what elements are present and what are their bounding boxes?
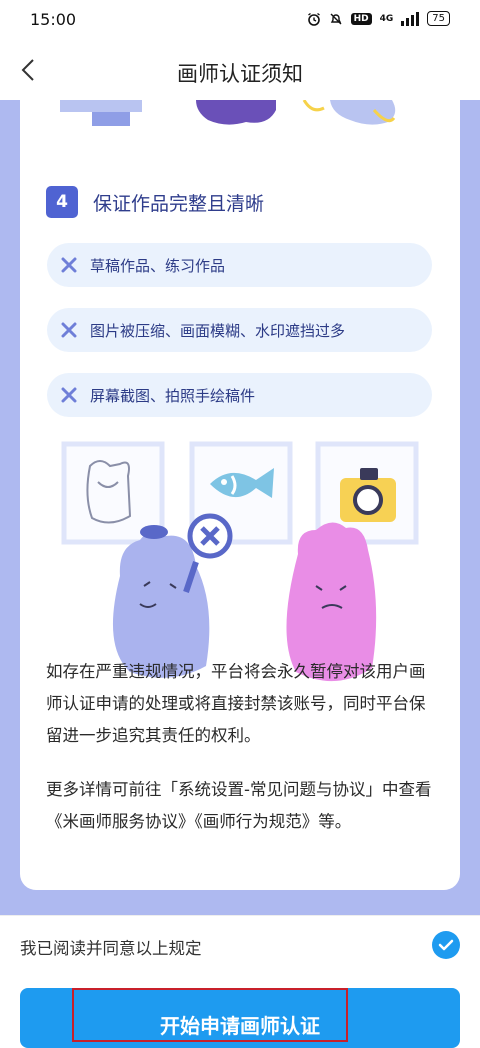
checkmark-icon xyxy=(438,939,454,951)
cross-icon xyxy=(61,322,77,338)
cross-icon xyxy=(61,257,77,273)
rule-item: 图片被压缩、画面模糊、水印遮挡过多 xyxy=(47,308,432,352)
app-header: 画师认证须知 xyxy=(0,40,480,100)
highlight-box xyxy=(72,988,348,1042)
violation-paragraph: 如存在严重违规情况，平台将会永久暂停对该用户画师认证申请的处理或将直接封禁该账号… xyxy=(46,662,426,745)
section-number-badge: 4 xyxy=(46,186,78,218)
network-label: 4G xyxy=(379,13,394,24)
section-heading: 4 保证作品完整且清晰 xyxy=(46,186,264,218)
agreement-row[interactable]: 我已阅读并同意以上规定 xyxy=(0,915,480,976)
cross-icon xyxy=(61,387,77,403)
agreement-checkbox[interactable] xyxy=(432,931,460,959)
rule-item: 草稿作品、练习作品 xyxy=(47,243,432,287)
hd-icon: HD xyxy=(350,12,372,25)
rule-label: 图片被压缩、画面模糊、水印遮挡过多 xyxy=(90,321,346,340)
agreement-label: 我已阅读并同意以上规定 xyxy=(20,939,202,958)
status-time: 15:00 xyxy=(30,10,77,29)
status-bar: 15:00 HD 4G 75 xyxy=(0,0,480,40)
rule-label: 草稿作品、练习作品 xyxy=(90,256,226,275)
page-title: 画师认证须知 xyxy=(177,62,303,86)
rules-card: 4 保证作品完整且清晰 草稿作品、练习作品 图片被压缩、画面模糊、水印遮挡过多 … xyxy=(20,100,460,890)
details-paragraph: 更多详情可前往「系统设置-常见问题与协议」中查看《米画师服务协议》《画师行为规范… xyxy=(46,780,432,831)
top-illustration xyxy=(60,100,396,126)
section-title: 保证作品完整且清晰 xyxy=(93,192,265,215)
mute-bell-icon xyxy=(330,13,342,24)
status-icons: HD 4G 75 xyxy=(307,11,450,26)
rule-item: 屏幕截图、拍照手绘稿件 xyxy=(47,373,432,417)
signal-icon xyxy=(401,11,420,26)
alarm-icon xyxy=(307,12,320,26)
battery-icon: 75 xyxy=(427,11,450,26)
rule-label: 屏幕截图、拍照手绘稿件 xyxy=(90,386,256,405)
